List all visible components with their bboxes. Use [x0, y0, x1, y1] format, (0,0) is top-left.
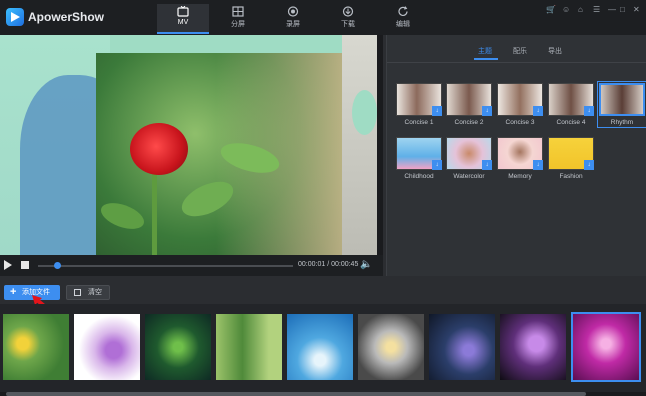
download-badge-icon: ↓	[584, 106, 594, 116]
media-thumbnail[interactable]	[74, 314, 140, 380]
minimize-icon[interactable]: —	[608, 5, 616, 14]
app-logo-icon	[6, 8, 24, 26]
theme-thumbnail	[599, 83, 645, 116]
time-current: 00:00:01	[298, 261, 326, 268]
stop-button[interactable]	[21, 261, 29, 269]
play-button[interactable]	[4, 260, 12, 270]
preview-teal-shape	[352, 90, 377, 135]
theme-name: Concise 2	[454, 119, 484, 126]
theme-concise-2[interactable]: ↓ Concise 2	[446, 83, 492, 126]
theme-concise-4[interactable]: ↓ Concise 4	[548, 83, 594, 126]
theme-panel: 主题 配乐 导出 ↓ Concise 1 ↓ Concise 2 ↓ Conci…	[386, 35, 646, 276]
scrollbar-thumb[interactable]	[6, 392, 586, 396]
refresh-icon	[398, 6, 408, 16]
download-badge-icon: ↓	[432, 106, 442, 116]
media-toolbar: + 添加文件 清空	[0, 276, 646, 304]
maximize-icon[interactable]: □	[620, 5, 625, 14]
app-window: ApowerShow MV 分屏 录屏 下载 编辑 🛒 ☺ ⌂ ☰ — □ ✕	[0, 0, 646, 396]
clear-label: 清空	[88, 289, 102, 296]
tab-download-label: 下载	[341, 21, 355, 28]
preview-right-frame	[342, 35, 377, 255]
theme-name: Concise 4	[556, 119, 586, 126]
cart-icon[interactable]: 🛒	[546, 5, 556, 14]
download-icon	[342, 6, 354, 17]
theme-concise-3[interactable]: ↓ Concise 3	[497, 83, 543, 126]
theme-rhythm[interactable]: Rhythm	[597, 81, 646, 128]
time-total: 00:00:45	[331, 261, 359, 268]
download-badge-icon: ↓	[584, 160, 594, 170]
download-badge-icon: ↓	[533, 160, 543, 170]
theme-name: Memory	[508, 173, 532, 180]
theme-name: Concise 1	[404, 119, 434, 126]
download-badge-icon: ↓	[482, 106, 492, 116]
app-title: ApowerShow	[28, 10, 105, 24]
tab-edit[interactable]: 编辑	[377, 4, 429, 34]
tab-export[interactable]: 导出	[548, 46, 562, 56]
video-preview[interactable]	[0, 35, 377, 255]
seek-handle[interactable]	[54, 262, 61, 269]
media-thumbnail[interactable]	[216, 314, 282, 380]
theme-name: Concise 3	[505, 119, 535, 126]
menu-icon[interactable]: ☰	[593, 5, 600, 14]
download-badge-icon: ↓	[533, 106, 543, 116]
time-readout: 00:00:01 / 00:00:45	[298, 261, 358, 268]
trash-icon	[74, 289, 81, 296]
tab-split-screen[interactable]: 分屏	[212, 4, 264, 34]
preview-stem	[152, 170, 157, 255]
tab-mv-label: MV	[177, 19, 189, 26]
theme-name: Childhood	[404, 173, 434, 180]
theme-memory[interactable]: ↓ Memory	[497, 137, 543, 180]
horizontal-scrollbar[interactable]	[0, 392, 646, 396]
player-controls: 00:00:01 / 00:00:45 🔈	[0, 255, 383, 276]
media-thumbnail[interactable]	[145, 314, 211, 380]
active-tab-indicator	[474, 58, 498, 60]
theme-name: Rhythm	[610, 119, 634, 126]
home-icon[interactable]: ⌂	[578, 5, 583, 14]
tab-mv[interactable]: MV	[157, 4, 209, 34]
close-icon[interactable]: ✕	[633, 5, 640, 14]
media-strip	[0, 304, 646, 396]
clear-button[interactable]: 清空	[66, 285, 110, 300]
tab-theme[interactable]: 主题	[478, 46, 492, 56]
volume-icon[interactable]: 🔈	[360, 259, 372, 270]
plus-icon: +	[10, 286, 17, 298]
media-thumbnail[interactable]	[287, 314, 353, 380]
download-badge-icon: ↓	[482, 160, 492, 170]
theme-watercolor[interactable]: ↓ Watercolor	[446, 137, 492, 180]
media-thumbnail-selected[interactable]	[571, 312, 641, 382]
record-icon	[287, 6, 299, 17]
theme-childhood[interactable]: ↓ Childhood	[396, 137, 442, 180]
tab-music[interactable]: 配乐	[513, 46, 527, 56]
tab-record-label: 录屏	[286, 21, 300, 28]
theme-name: Fashion	[559, 173, 583, 180]
video-player: 00:00:01 / 00:00:45 🔈	[0, 35, 383, 276]
media-thumbnail[interactable]	[500, 314, 566, 380]
tab-download[interactable]: 下载	[322, 4, 374, 34]
media-thumbnail[interactable]	[429, 314, 495, 380]
download-badge-icon: ↓	[432, 160, 442, 170]
media-thumbnail[interactable]	[3, 314, 69, 380]
preview-rose	[130, 123, 188, 175]
tab-split-screen-label: 分屏	[231, 21, 245, 28]
seek-bar[interactable]	[38, 265, 293, 267]
tab-divider	[387, 62, 646, 63]
theme-concise-1[interactable]: ↓ Concise 1	[396, 83, 442, 126]
tab-edit-label: 编辑	[396, 21, 410, 28]
split-screen-icon	[232, 6, 244, 17]
tab-record[interactable]: 录屏	[267, 4, 319, 34]
theme-name: Watercolor	[453, 173, 485, 180]
title-bar: ApowerShow MV 分屏 录屏 下载 编辑 🛒 ☺ ⌂ ☰ — □ ✕	[0, 0, 646, 35]
media-thumbnail[interactable]	[358, 314, 424, 380]
user-icon[interactable]: ☺	[562, 5, 570, 14]
tv-icon	[177, 6, 189, 17]
theme-fashion[interactable]: ↓ Fashion	[548, 137, 594, 180]
